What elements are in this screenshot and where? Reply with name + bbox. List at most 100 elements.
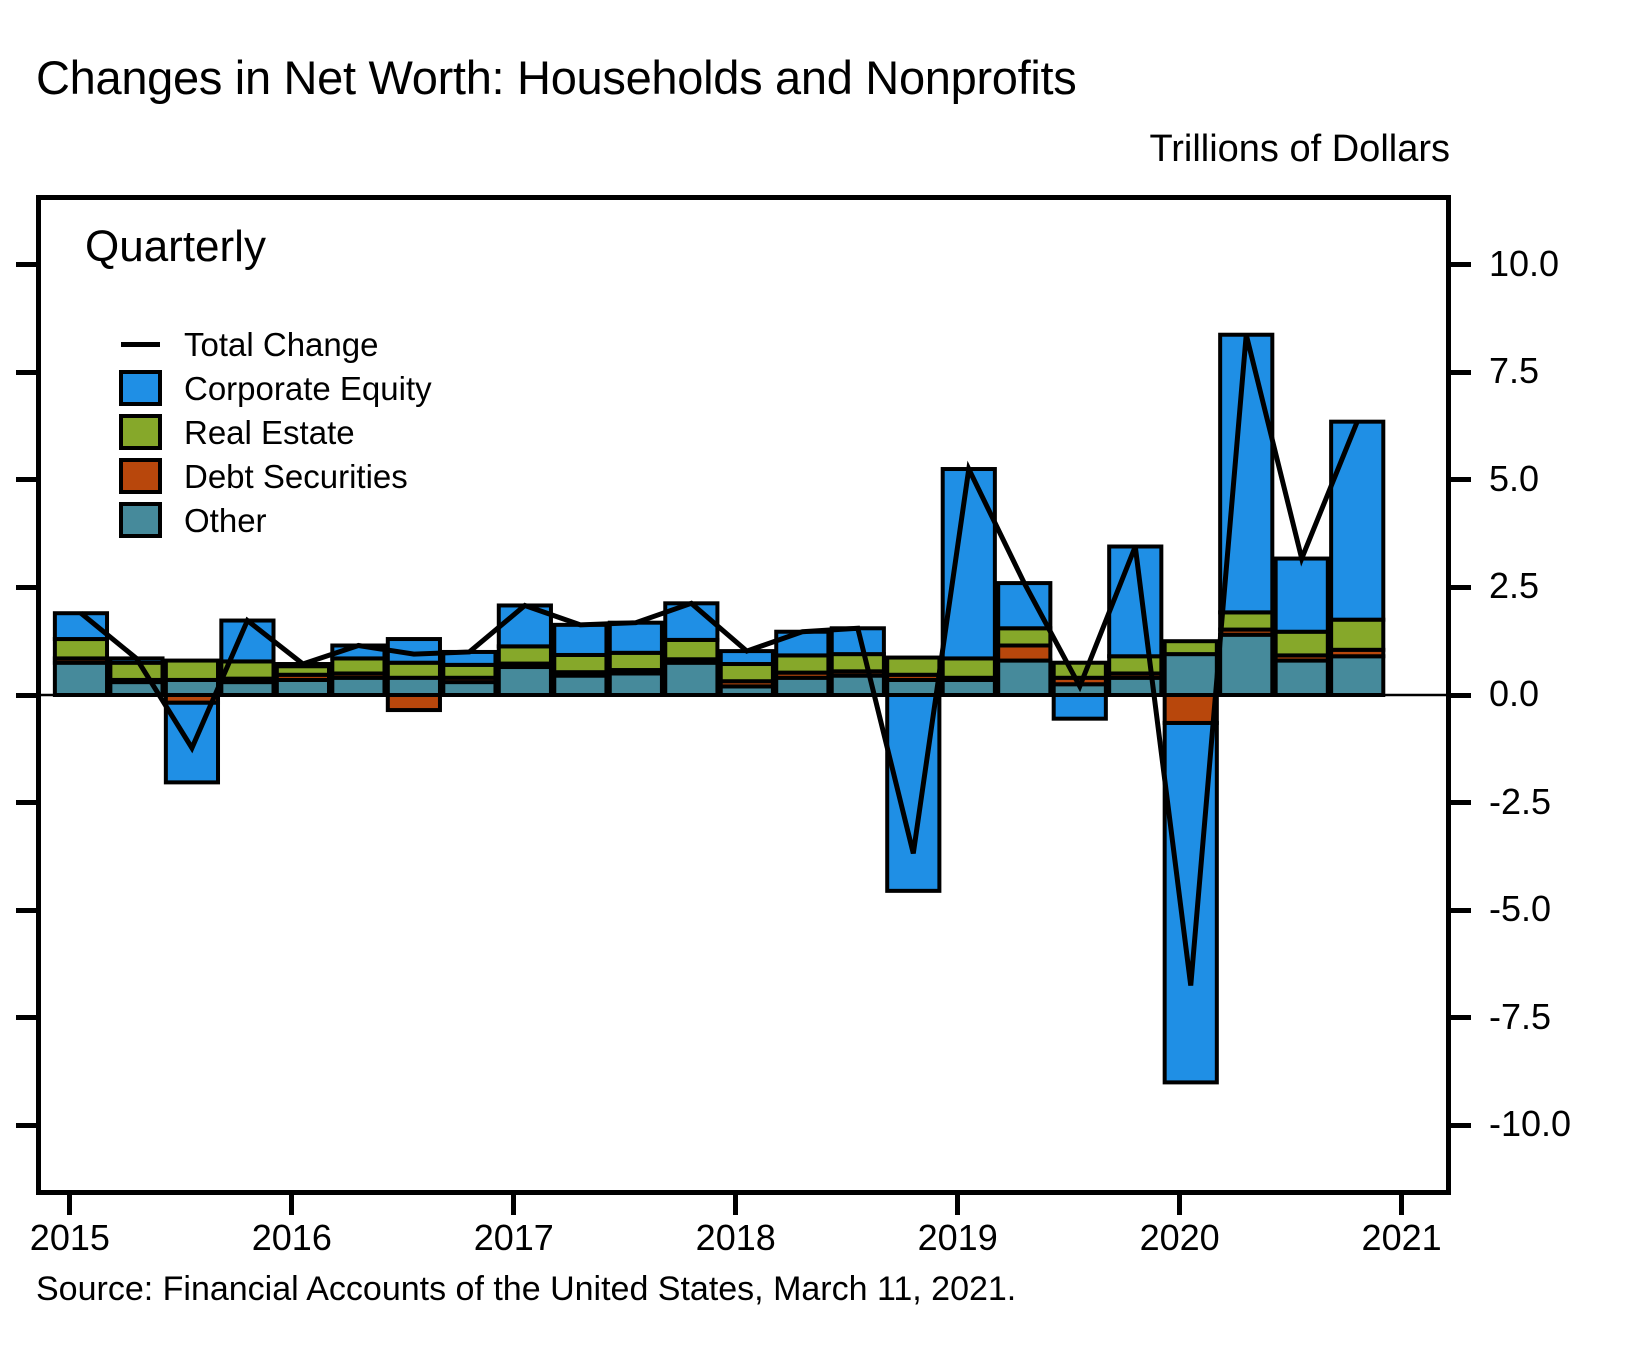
x-tick-mark [289, 1193, 295, 1215]
bar-segment-corporate-equity [1329, 419, 1386, 622]
bar-segment-other [496, 665, 553, 697]
bar-segment-other [552, 673, 609, 697]
units-label: Trillions of Dollars [1149, 128, 1450, 170]
bar-segment-other [163, 677, 221, 698]
x-tick-label: 2019 [917, 1217, 998, 1258]
bar-segment-real-estate [385, 660, 442, 680]
y-tick-mark-right [1449, 692, 1471, 698]
bar-segment-other [885, 677, 942, 698]
bar-segment-real-estate [940, 656, 997, 680]
source-note: Source: Financial Accounts of the United… [36, 1270, 1017, 1308]
x-tick-label: 2017 [473, 1217, 554, 1258]
stacked-bar-2020Q1 [1162, 639, 1219, 1085]
bar-segment-real-estate [1218, 610, 1275, 632]
x-tick-label: 2015 [29, 1217, 110, 1258]
bar-segment-real-estate [1329, 617, 1386, 652]
x-tick-mark [1399, 1193, 1405, 1215]
bar-segment-other [330, 675, 387, 698]
bar-segment-real-estate [108, 660, 165, 682]
y-tick-mark-left [16, 262, 38, 268]
bar-segment-debt-securities [1162, 693, 1219, 725]
plot-area: Quarterly Total Change Corporate Equity Re… [36, 195, 1451, 1195]
y-tick-mark-right [1449, 1122, 1471, 1128]
stacked-bar-2016Q1 [274, 662, 331, 698]
y-tick-mark-left [16, 584, 38, 590]
bar-segment-other [774, 675, 831, 698]
stacked-bar-2018Q1 [718, 649, 775, 697]
bar-segment-corporate-equity [1273, 556, 1330, 634]
y-tick-mark-left [16, 1122, 38, 1128]
y-tick-label: -7.5 [1489, 995, 1552, 1037]
y-tick-label: -2.5 [1489, 780, 1552, 822]
y-tick-mark-right [1449, 369, 1471, 375]
bar-segment-debt-securities [996, 643, 1053, 663]
y-tick-mark-right [1449, 907, 1471, 913]
bar-segment-other [1162, 652, 1219, 698]
bar-segment-other [274, 677, 331, 698]
bar-segment-corporate-equity [940, 467, 997, 661]
y-tick-mark-right [1449, 800, 1471, 806]
bar-segment-real-estate [663, 637, 720, 662]
bar-segment-other [1329, 654, 1386, 697]
x-tick-label: 2018 [695, 1217, 776, 1258]
bar-segment-real-estate [1273, 629, 1330, 658]
bar-segment-real-estate [774, 653, 831, 675]
stacked-bar-2020Q2 [1218, 332, 1275, 698]
x-tick-label: 2020 [1139, 1217, 1220, 1258]
x-tick-mark [1177, 1193, 1183, 1215]
stacked-bar-2020Q3 [1273, 556, 1330, 697]
bar-segment-other [607, 671, 664, 698]
stacked-bar-2019Q2 [996, 581, 1053, 697]
y-tick-mark-right [1449, 477, 1471, 483]
y-tick-mark-left [16, 800, 38, 806]
y-tick-mark-left [16, 369, 38, 375]
y-tick-label: -10.0 [1489, 1103, 1572, 1145]
bar-segment-other [52, 660, 110, 697]
bar-segment-other [1218, 632, 1275, 698]
y-tick-label: -5.0 [1489, 888, 1552, 930]
bar-segment-real-estate [1162, 639, 1219, 657]
y-tick-mark-left [16, 692, 38, 698]
bar-segment-real-estate [330, 656, 387, 676]
bar-segment-real-estate [885, 655, 942, 677]
bar-segment-other [1273, 658, 1330, 697]
chart-page: Changes in Net Worth: Households and Non… [0, 0, 1650, 1350]
bar-segment-real-estate [496, 644, 553, 666]
y-tick-label: 2.5 [1489, 565, 1540, 607]
bar-segment-real-estate [52, 637, 110, 661]
bar-segment-real-estate [552, 652, 609, 675]
y-tick-label: 0.0 [1489, 673, 1540, 714]
x-tick-mark [67, 1193, 73, 1215]
x-tick-mark [511, 1193, 517, 1215]
bar-segment-corporate-equity [607, 620, 664, 655]
bar-segment-corporate-equity [774, 629, 831, 658]
bar-segment-real-estate [1051, 660, 1108, 680]
stacked-bar-2017Q3 [607, 620, 664, 698]
bar-segment-other [385, 675, 442, 698]
stacked-bar-2018Q2 [774, 629, 831, 698]
y-tick-label: 7.5 [1489, 350, 1540, 392]
x-tick-label: 2021 [1361, 1217, 1442, 1258]
x-tick-mark [955, 1193, 961, 1215]
page-title: Changes in Net Worth: Households and Non… [36, 51, 1077, 104]
bar-segment-other [996, 658, 1053, 697]
x-tick-mark [733, 1193, 739, 1215]
chart-canvas [41, 332, 1446, 1085]
bar-segment-other [940, 677, 997, 698]
y-tick-mark-left [16, 477, 38, 483]
bar-segment-real-estate [1107, 654, 1164, 676]
y-tick-mark-right [1449, 1015, 1471, 1021]
y-tick-mark-right [1449, 262, 1471, 268]
y-tick-mark-right [1449, 584, 1471, 590]
bar-segment-real-estate [829, 652, 886, 674]
bar-segment-real-estate [607, 650, 664, 673]
bar-segment-debt-securities [385, 693, 442, 713]
y-tick-mark-left [16, 1015, 38, 1021]
bar-segment-real-estate [718, 662, 775, 684]
bar-segment-corporate-equity [1051, 693, 1108, 721]
stacked-bar-2016Q4 [441, 649, 498, 697]
x-tick-label: 2016 [251, 1217, 332, 1258]
bar-segment-real-estate [163, 658, 221, 682]
y-tick-label: 5.0 [1489, 457, 1540, 499]
bar-segment-other [663, 660, 720, 697]
